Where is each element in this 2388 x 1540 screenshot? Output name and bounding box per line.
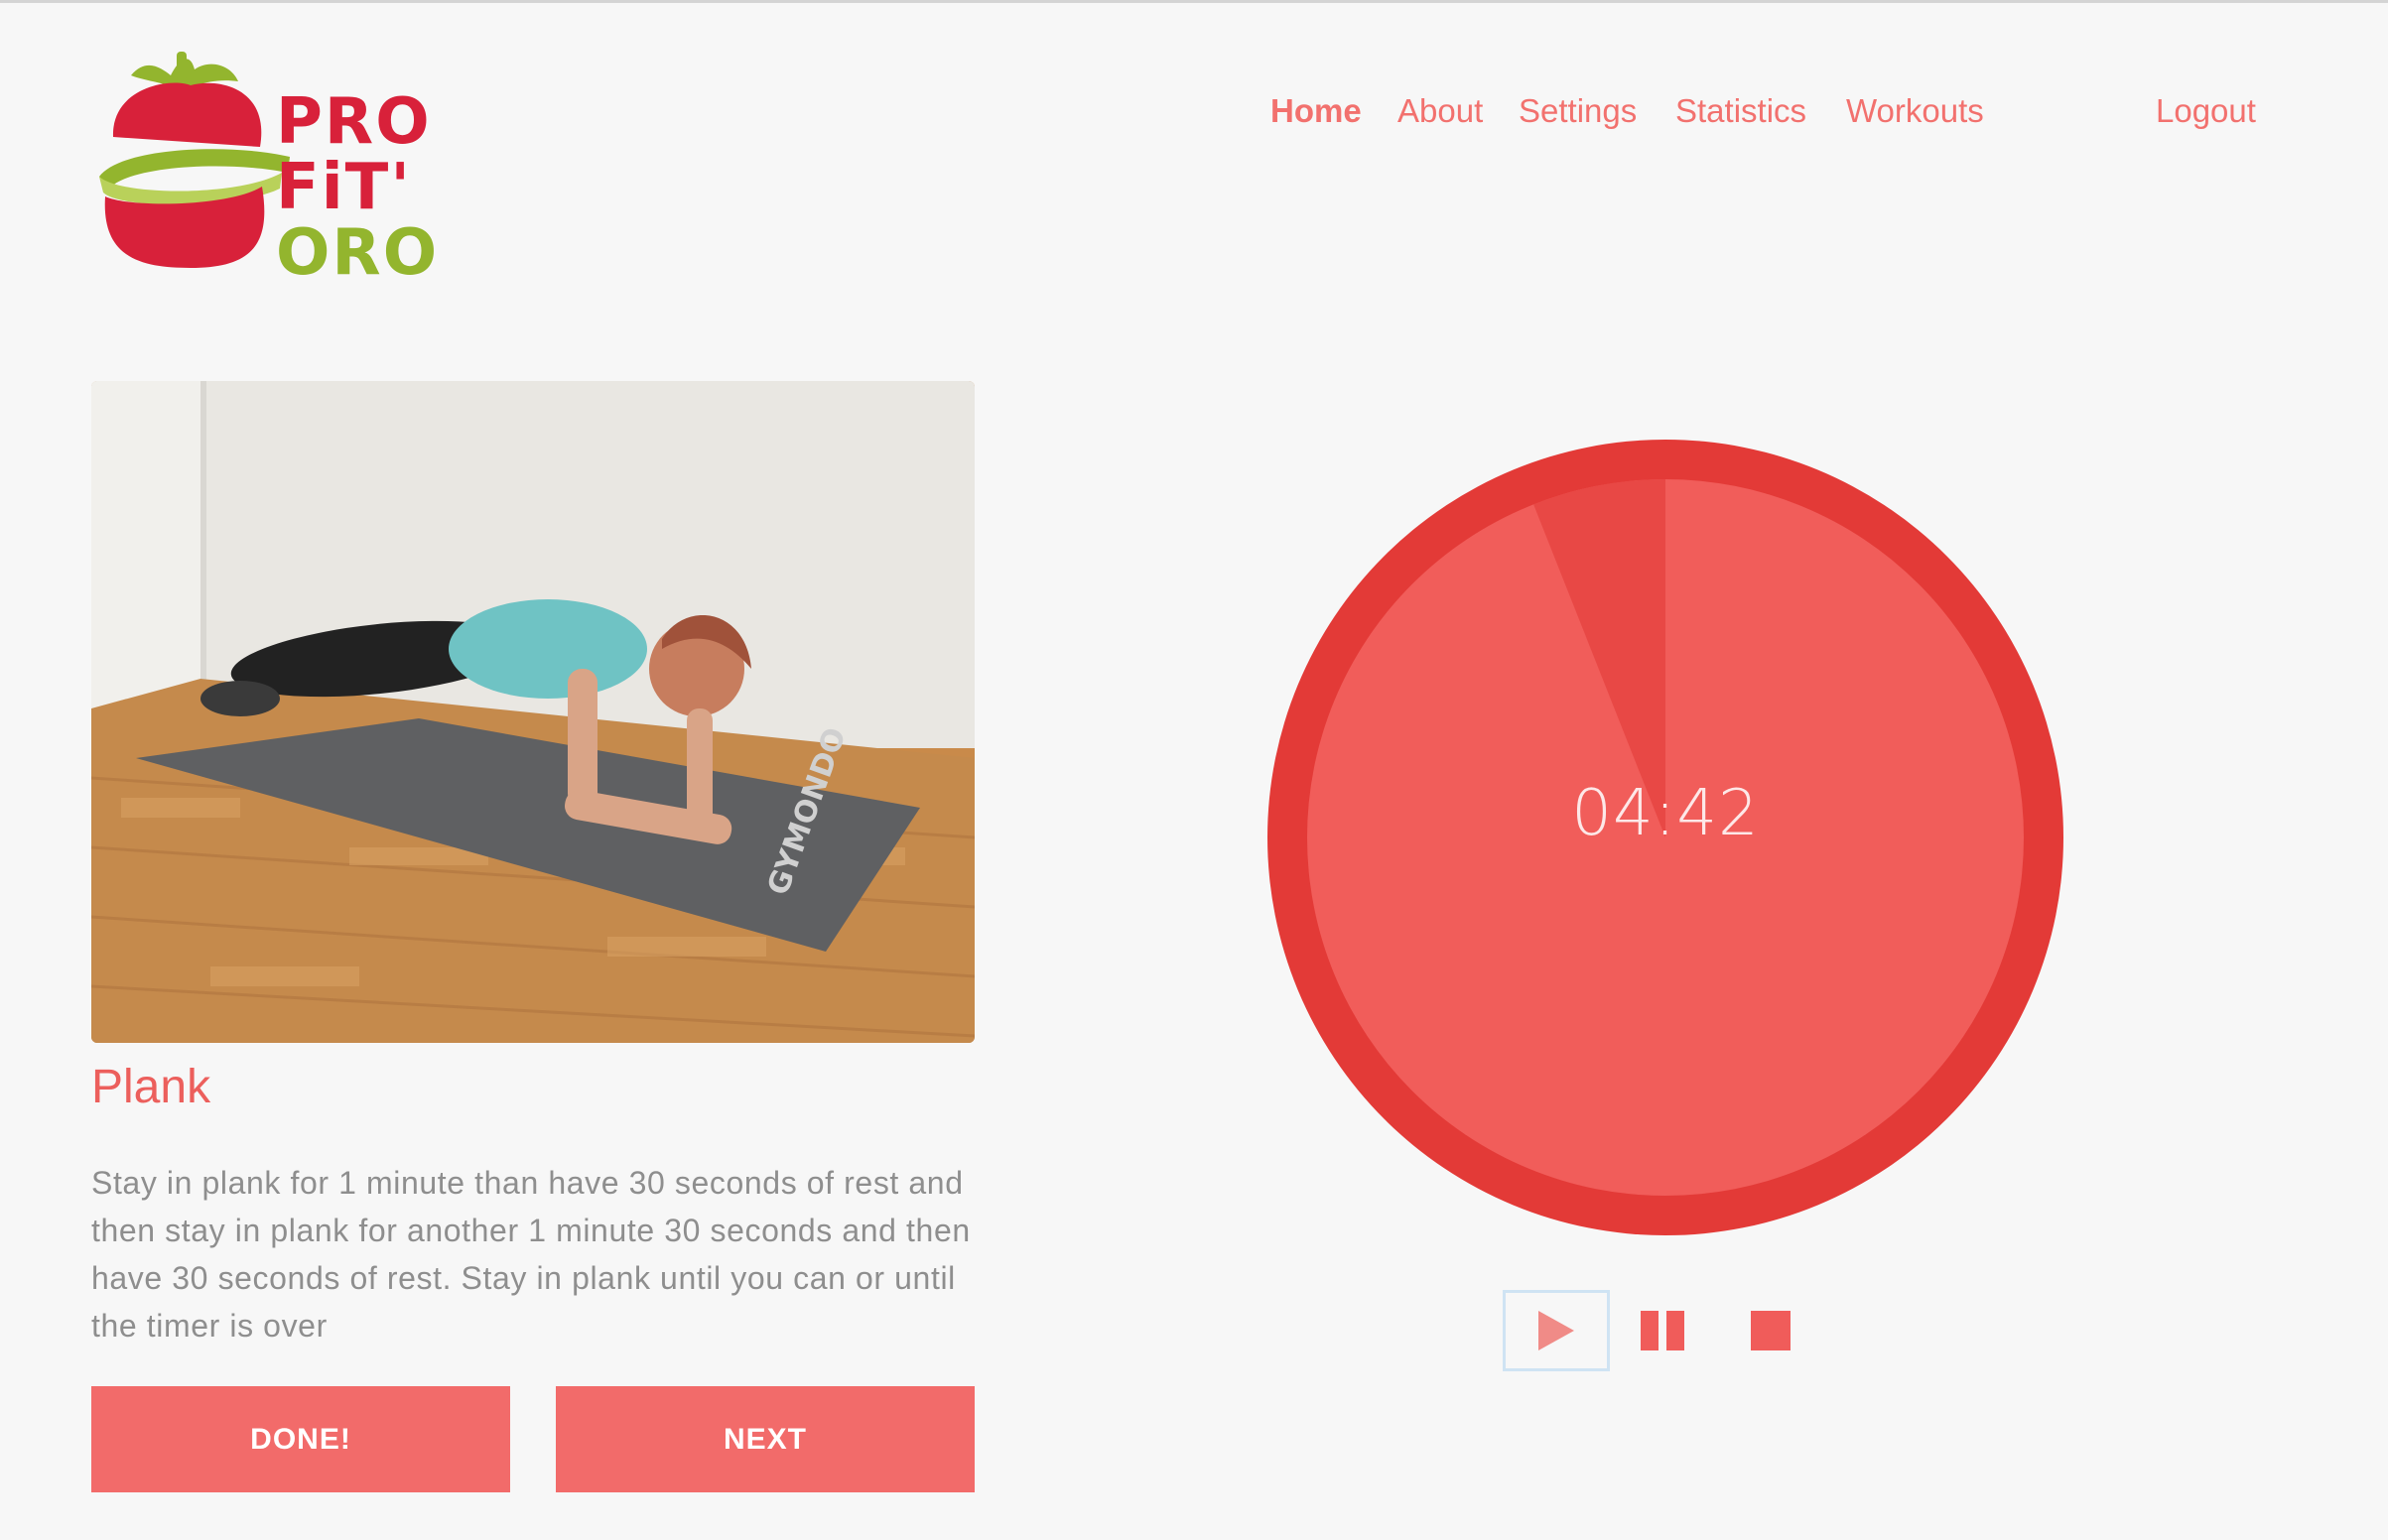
next-button[interactable]: NEXT [556, 1386, 975, 1492]
exercise-description: Stay in plank for 1 minute than have 30 … [91, 1165, 971, 1344]
brand-logo[interactable]: PRO FiT' ORO [91, 48, 437, 286]
nav-home[interactable]: Home [1270, 92, 1362, 130]
play-button[interactable] [1503, 1290, 1610, 1371]
brand-line-3: ORO [276, 216, 440, 290]
brand-wordmark: PRO FiT' ORO [276, 89, 439, 286]
nav-about[interactable]: About [1397, 92, 1483, 130]
timer-readout: 04:42 [1571, 777, 1760, 850]
nav-logout[interactable]: Logout [2156, 92, 2256, 130]
pause-button[interactable] [1610, 1290, 1717, 1371]
brand-line-2: FiT' [276, 151, 412, 224]
pomodoro-timer: 04:42 [1267, 440, 2063, 1235]
exercise-image: GYMONDO [91, 381, 975, 1043]
nav-statistics[interactable]: Statistics [1675, 92, 1806, 130]
window-top-border [0, 0, 2388, 3]
brand-line-1: PRO [276, 85, 432, 159]
stop-button[interactable] [1717, 1290, 1824, 1371]
nav-settings[interactable]: Settings [1519, 92, 1637, 130]
play-icon [1538, 1311, 1574, 1350]
nav-workouts[interactable]: Workouts [1846, 92, 1984, 130]
done-button[interactable]: DONE! [91, 1386, 510, 1492]
exercise-title: Plank [91, 1061, 211, 1113]
pause-icon [1641, 1311, 1684, 1350]
stop-icon [1751, 1311, 1791, 1350]
